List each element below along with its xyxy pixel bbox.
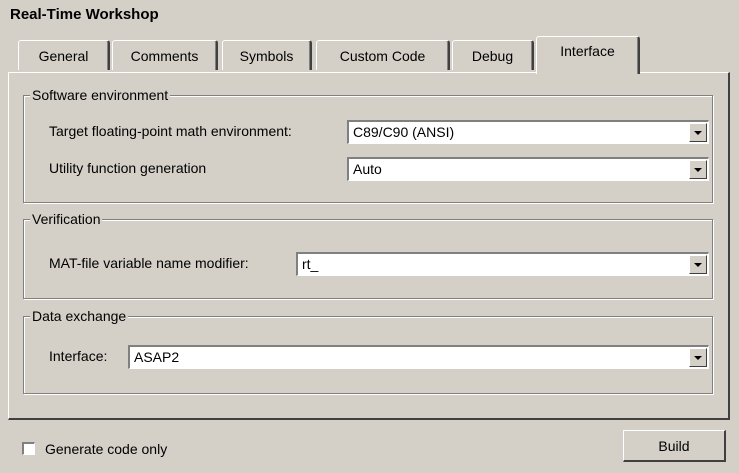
- mat-file-select[interactable]: rt_: [296, 252, 709, 276]
- interface-label: Interface:: [49, 348, 108, 364]
- tab-interface[interactable]: Interface: [536, 36, 640, 74]
- tab-debug[interactable]: Debug: [452, 40, 534, 70]
- interface-value: ASAP2: [134, 349, 180, 365]
- tab-label: Comments: [130, 47, 199, 64]
- data-exchange-group: Data exchange Interface: ASAP2: [23, 307, 713, 394]
- chevron-down-icon[interactable]: [689, 255, 707, 274]
- build-button[interactable]: Build: [623, 430, 726, 462]
- utility-select[interactable]: Auto: [347, 157, 709, 181]
- interface-panel: Software environment Target floating-poi…: [8, 72, 730, 420]
- tab-label: General: [38, 47, 89, 64]
- build-button-label: Build: [658, 437, 690, 454]
- chevron-down-icon[interactable]: [689, 160, 707, 179]
- verification-group: Verification MAT-file variable name modi…: [23, 210, 713, 299]
- math-env-label: Target floating-point math environment:: [49, 123, 292, 139]
- interface-select[interactable]: ASAP2: [128, 345, 709, 369]
- generate-code-only-label[interactable]: Generate code only: [45, 440, 167, 458]
- window-title: Real-Time Workshop: [10, 6, 159, 23]
- tab-label: Debug: [471, 47, 514, 64]
- chevron-down-icon[interactable]: [689, 123, 707, 142]
- group-legend: Data exchange: [30, 307, 129, 325]
- tab-custom-code[interactable]: Custom Code: [316, 40, 450, 70]
- software-environment-group: Software environment Target floating-poi…: [23, 86, 713, 203]
- tab-label: Custom Code: [339, 47, 426, 64]
- tab-label: Symbols: [239, 47, 294, 64]
- tab-label: Interface: [560, 43, 615, 59]
- group-legend: Verification: [30, 210, 103, 228]
- chevron-down-icon[interactable]: [689, 348, 707, 367]
- generate-code-only-checkbox[interactable]: [22, 442, 35, 455]
- tab-comments[interactable]: Comments: [112, 40, 218, 70]
- math-env-value: C89/C90 (ANSI): [353, 124, 455, 140]
- utility-value: Auto: [353, 161, 382, 177]
- tab-symbols[interactable]: Symbols: [222, 40, 312, 70]
- group-legend: Software environment: [30, 86, 171, 104]
- tab-general[interactable]: General: [18, 40, 110, 70]
- mat-file-value: rt_: [302, 256, 319, 272]
- math-env-select[interactable]: C89/C90 (ANSI): [347, 120, 709, 144]
- utility-label: Utility function generation: [49, 160, 207, 176]
- mat-file-label: MAT-file variable name modifier:: [49, 255, 249, 271]
